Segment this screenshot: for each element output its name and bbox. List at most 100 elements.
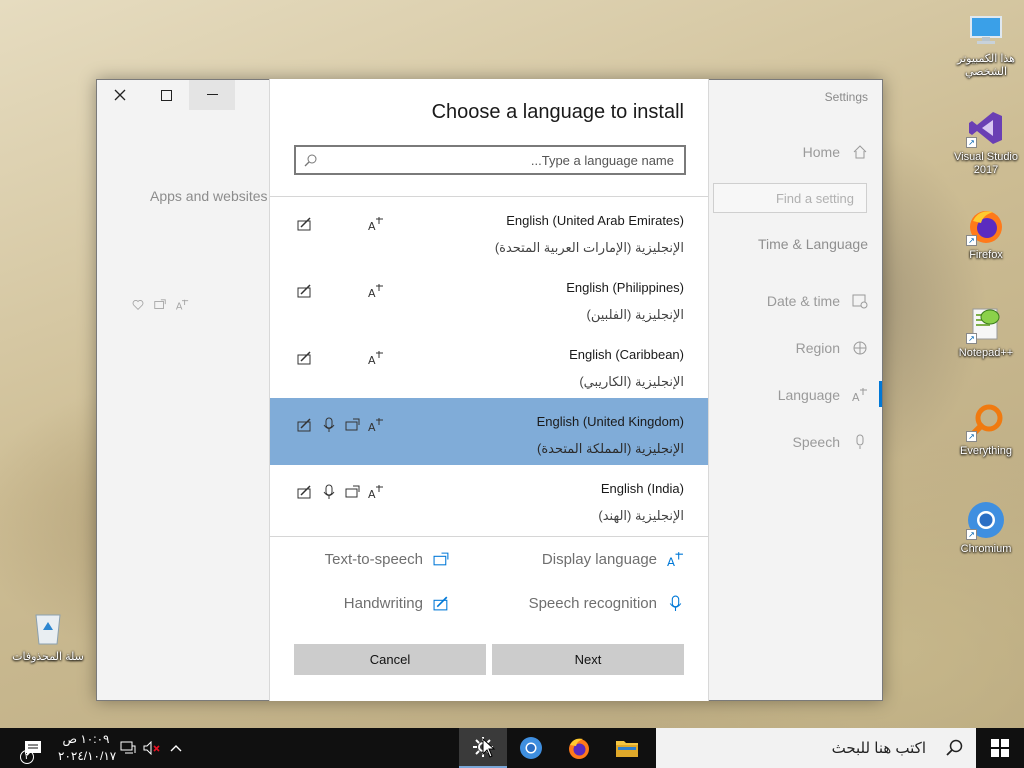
language-row[interactable]: A English (United Kingdom) الإنجليزية (الم… [270,398,708,465]
firefox-icon: ↗ [966,206,1006,246]
globe-icon [853,341,867,355]
nav-home-label: Home [802,144,840,160]
volume-muted-icon [143,741,160,755]
start-button[interactable] [976,728,1024,768]
nav-language[interactable]: Language A [778,387,868,403]
legend-label: Text-to-speech [324,551,423,568]
display-language-icon: A [667,552,683,568]
volume-button[interactable] [142,728,162,768]
svg-text:A: A [368,488,376,500]
language-name: English (United Arab Emirates) [506,213,684,228]
language-name: English (Philippines) [566,280,684,295]
next-button[interactable]: Next [492,644,684,675]
display-language-icon: A [367,483,385,501]
handwriting-icon [433,596,448,611]
svg-text:A: A [368,354,376,366]
nav-home[interactable]: Home [803,144,868,160]
desktop-icon-label: Chromium [960,543,1012,555]
taskbar-file-explorer[interactable] [603,728,651,768]
taskbar-search-box[interactable]: اكتب هنا للبحث [656,728,976,768]
language-name: English (United Kingdom) [536,414,684,429]
legend-label: Speech recognition [528,595,657,612]
svg-text:A: A [852,391,860,403]
taskbar-clock[interactable]: ١٠:٠٩ ص ٢٠٢٤/١٠/١٧ [58,731,116,765]
svg-text:A: A [368,421,376,433]
search-icon [304,154,317,167]
microphone-icon [320,483,338,501]
maximize-button[interactable] [143,80,189,110]
language-icon: A [852,388,867,403]
apps-websites-text: Apps and websites w [150,188,282,204]
desktop-icon-chromium[interactable]: ↗ Chromium [946,500,1024,556]
firefox-icon [569,738,589,759]
legend-label: Handwriting [343,595,423,612]
search-icon [946,739,963,756]
language-search-box[interactable] [294,145,686,175]
language-native-name: الإنجليزية (الهند) [598,508,684,523]
display-language-icon: A [367,349,385,367]
microphone-icon [856,434,864,449]
heart-hand-icon [132,300,144,310]
taskbar-search-placeholder: اكتب هنا للبحث [831,740,926,757]
desktop-icon-notepadpp[interactable]: ↗ Notepad++ [946,304,1024,360]
text-to-speech-icon [154,299,166,309]
calendar-clock-icon [852,294,868,309]
choose-language-dialog: Choose a language to install A English (U… [269,79,709,701]
microphone-icon [320,416,338,434]
svg-text:A: A [368,220,376,232]
network-icon [120,741,136,754]
maximize-icon [160,89,172,101]
language-row[interactable]: A English (Caribbean) الإنجليزية (الكاريبي… [270,331,708,398]
language-row[interactable]: A English (Philippines) الإنجليزية (الفلبي… [270,264,708,331]
handwriting-icon [296,215,314,233]
close-button[interactable] [97,80,143,110]
desktop-icon-label: سلة المحذوفات [12,651,84,663]
display-language-icon: A [367,215,385,233]
nav-date-time[interactable]: Date & time [767,293,868,309]
taskbar: ٢ ١٠:٠٩ ص ٢٠٢٤/١٠/١٧ اكتب هنا للبحث [0,728,1024,768]
desktop-icon-label: Visual Studio 2017 [953,151,1018,176]
language-search-input[interactable] [296,147,684,173]
desktop-icon-firefox[interactable]: ↗ Firefox [946,206,1024,262]
desktop-icon-this-pc[interactable]: هذا الكمبيوتر الشخصي [946,10,1024,79]
legend-text-to-speech: Text-to-speech [325,551,450,568]
desktop-icon-label: Notepad++ [958,347,1014,359]
computer-icon [966,10,1006,50]
nav-label: Speech [792,434,840,450]
language-row[interactable]: A English (India) الإنجليزية (الهند) [270,465,708,532]
notification-count-badge: ٢ [20,750,34,764]
everything-icon: ↗ [966,402,1006,442]
network-button[interactable] [118,728,138,768]
svg-text:A: A [176,301,183,312]
minimize-icon [206,94,218,95]
cancel-button[interactable]: Cancel [294,644,486,675]
taskbar-firefox[interactable] [555,728,603,768]
display-language-icon: A [367,282,385,300]
language-row[interactable]: A English (United Arab Emirates) الإنجليزي… [270,197,708,264]
language-list: A English (United Arab Emirates) الإنجليزي… [270,196,708,537]
svg-text:A: A [368,287,376,299]
taskbar-chromium[interactable] [507,728,555,768]
language-native-name: الإنجليزية (الفلبين) [586,307,685,322]
nav-speech[interactable]: Speech [793,434,868,450]
desktop-icon-everything[interactable]: ↗ Everything [946,402,1024,458]
show-hidden-icons-button[interactable] [166,728,186,768]
desktop-icon-visual-studio[interactable]: ↗ Visual Studio 2017 [946,108,1024,177]
find-setting-input[interactable]: Find a setting [713,183,867,213]
desktop-icon-recycle-bin[interactable]: سلة المحذوفات [8,608,88,664]
feature-icons-group: A [131,298,189,312]
language-native-name: الإنجليزية (المملكة المتحدة) [537,441,684,456]
text-to-speech-icon [433,552,449,566]
handwriting-icon [296,349,314,367]
windows-logo-icon [991,739,1009,757]
language-native-name: الإنجليزية (الكاريبي) [579,374,684,389]
taskbar-time: ١٠:٠٩ ص [62,732,110,746]
legend-display-language: Display language A [542,551,684,568]
minimize-button[interactable] [189,80,235,110]
language-name: English (Caribbean) [569,347,684,362]
dialog-title: Choose a language to install [431,101,684,123]
legend-label: Display language [541,551,657,568]
chromium-icon [520,737,542,759]
nav-region[interactable]: Region [796,340,868,356]
microphone-icon [669,595,682,611]
